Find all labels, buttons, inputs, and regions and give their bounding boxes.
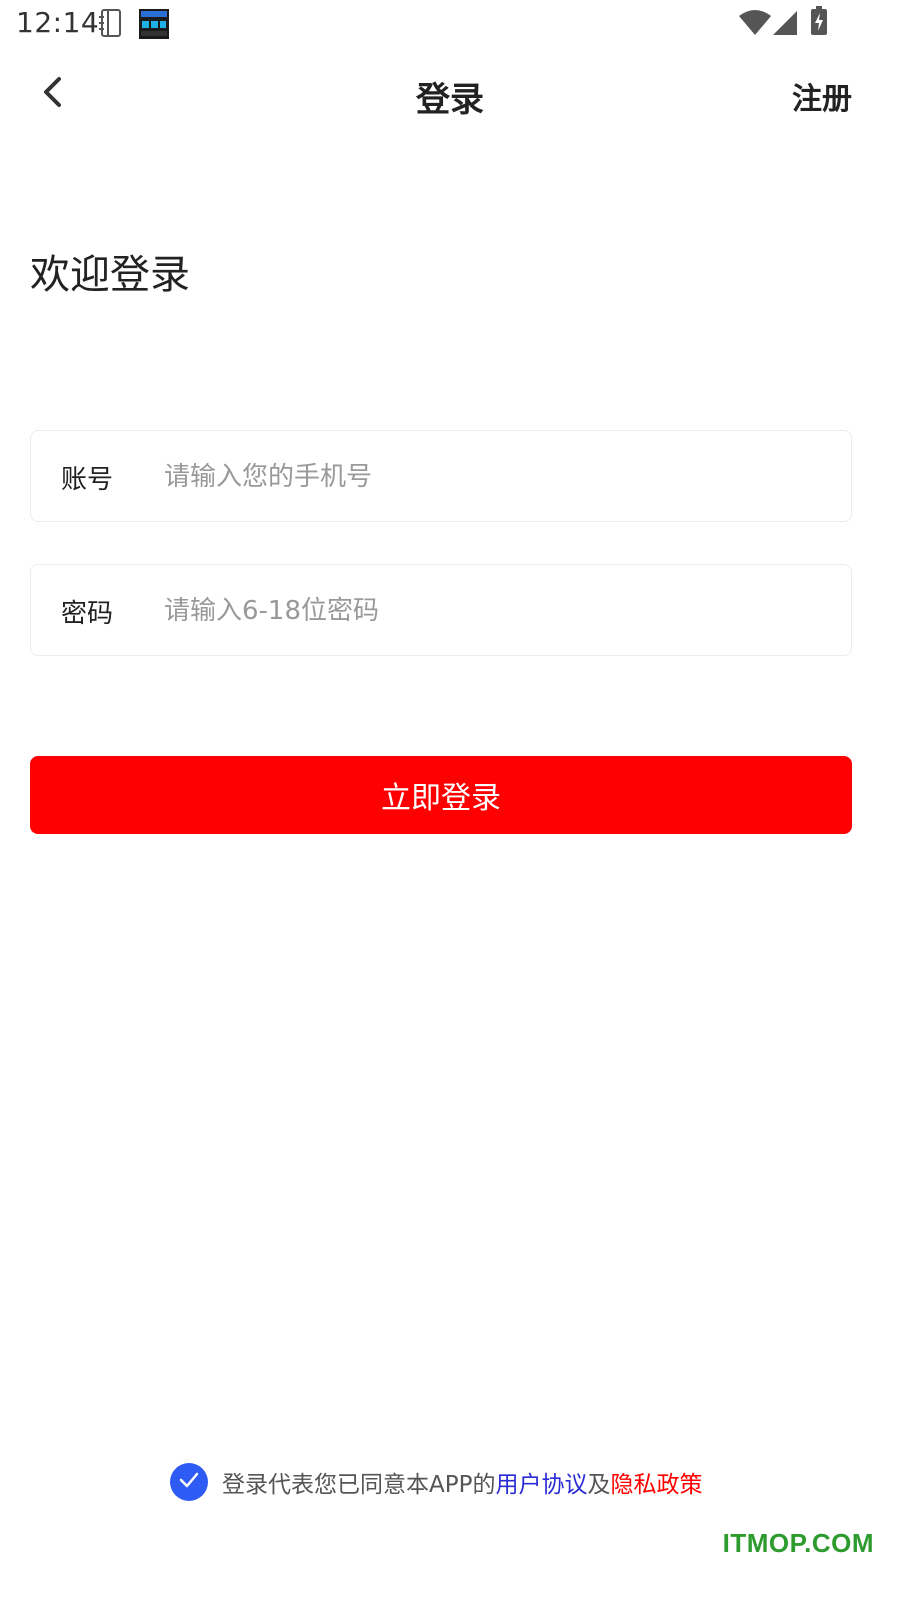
- wifi-icon: [738, 10, 772, 40]
- signal-icon: [772, 10, 798, 40]
- page-title: 登录: [416, 80, 484, 120]
- notebook-icon: [98, 8, 124, 42]
- agreement-text: 登录代表您已同意本APP的用户协议及隐私政策: [222, 1465, 702, 1499]
- clock-widget-icon: [138, 8, 170, 44]
- agreement-row: 登录代表您已同意本APP的用户协议及隐私政策: [170, 1462, 702, 1502]
- status-time: 12:14: [16, 6, 100, 39]
- account-label: 账号: [61, 465, 114, 495]
- login-button[interactable]: 立即登录: [30, 756, 852, 834]
- account-input[interactable]: [164, 449, 804, 505]
- register-link[interactable]: 注册: [792, 74, 852, 118]
- nav-bar: 登录 注册: [0, 56, 900, 134]
- watermark: ITMOP.COM: [722, 1528, 874, 1558]
- agreement-conjunction: 及: [587, 1472, 611, 1498]
- welcome-heading: 欢迎登录: [30, 252, 190, 298]
- password-label: 密码: [61, 599, 114, 629]
- password-input[interactable]: [164, 583, 804, 639]
- user-agreement-link[interactable]: 用户协议: [495, 1472, 587, 1498]
- status-bar: 12:14: [0, 0, 900, 48]
- battery-charging-icon: [810, 6, 828, 40]
- privacy-policy-link[interactable]: 隐私政策: [610, 1472, 702, 1498]
- checkmark-icon: [178, 1471, 200, 1493]
- agreement-checkbox[interactable]: [170, 1463, 208, 1501]
- account-field: 账号: [30, 430, 852, 522]
- agreement-prefix: 登录代表您已同意本APP的: [222, 1472, 496, 1498]
- password-field: 密码: [30, 564, 852, 656]
